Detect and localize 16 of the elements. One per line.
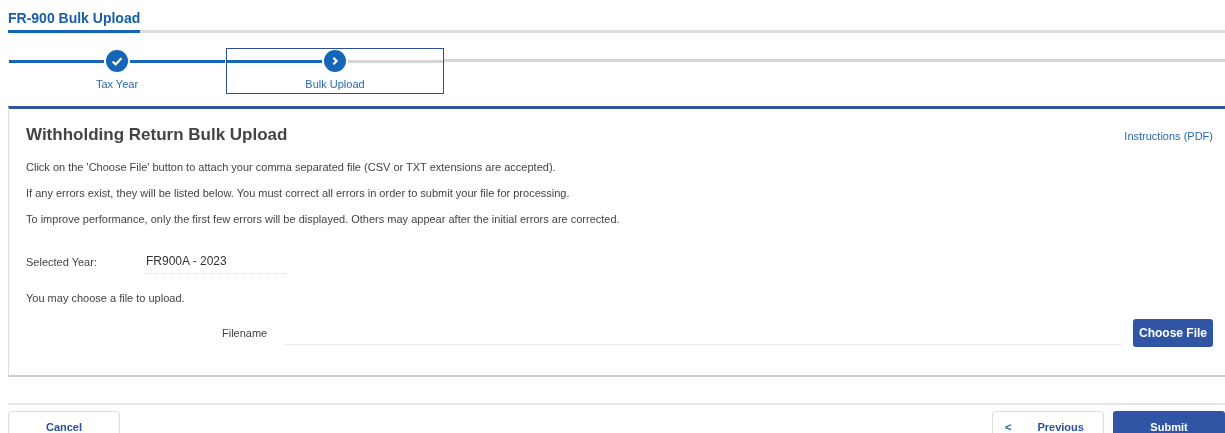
- choose-file-button[interactable]: Choose File: [1133, 319, 1213, 347]
- instruction-text: Click on the 'Choose File' button to attach your comma separated file (CSV or TXT extensions are accepted).: [26, 161, 557, 173]
- field-label: Selected Year:: [26, 255, 98, 268]
- step-tab[interactable]: Bulk Upload: [226, 48, 444, 94]
- year-value: FR900A - 2023: [146, 249, 286, 274]
- page-title: FR-900 Bulk Upload: [8, 10, 141, 33]
- cancel-button[interactable]: Cancel: [8, 411, 120, 433]
- instruction-text: To improve performance, only the first few errors will be displayed. Others may appear after the initial errors are corrected.: [26, 213, 621, 225]
- card-title: Withholding Return Bulk Upload: [26, 125, 288, 145]
- instruction-text: If any errors exist, they will be listed below. You must correct all errors in order to submit your file for processing.: [26, 187, 571, 199]
- step-tab[interactable]: Tax Year: [8, 48, 226, 94]
- previous-button[interactable]: < Previous: [992, 411, 1104, 433]
- upload-prompt: You may choose a file to upload.: [26, 292, 186, 304]
- field-label: Filename: [222, 327, 269, 339]
- instructions-link[interactable]: Instructions (PDF): [1124, 130, 1213, 142]
- submit-button[interactable]: Submit: [1113, 411, 1225, 433]
